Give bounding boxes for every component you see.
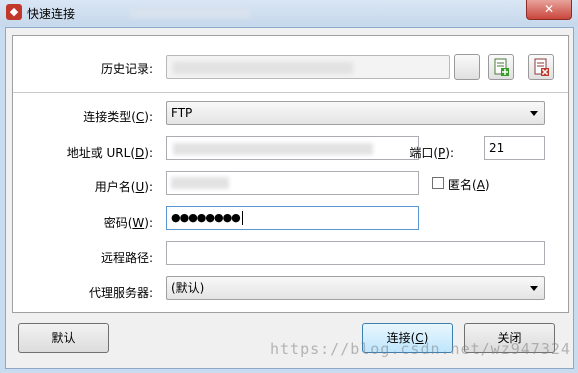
history-open-button[interactable] <box>454 54 480 80</box>
close-window-button[interactable]: ✕ <box>526 0 572 20</box>
port-input[interactable]: 21 <box>484 136 545 160</box>
conn-type-value: FTP <box>171 106 193 120</box>
conn-type-label: 连接类型(C): <box>83 110 153 124</box>
quick-connect-window: ◆ 快速连接 ✕ 历史记录: 连接类型(C): FTP 地址或 URL(D): … <box>0 0 578 373</box>
window-title: 快速连接 <box>27 7 76 21</box>
title-bar: ◆ 快速连接 ✕ <box>0 0 578 26</box>
history-delete-button[interactable] <box>528 54 554 80</box>
add-page-icon <box>494 58 509 76</box>
app-logo-icon: ◆ <box>6 4 22 20</box>
username-input[interactable] <box>166 171 419 195</box>
history-add-button[interactable] <box>488 54 514 80</box>
conn-type-select[interactable]: FTP <box>166 101 545 125</box>
username-label: 用户名(U): <box>94 180 153 194</box>
proxy-select[interactable]: (默认) <box>166 276 545 300</box>
proxy-label: 代理服务器: <box>88 286 153 300</box>
port-label: 端口(P): <box>409 146 454 160</box>
history-dropdown[interactable] <box>166 55 450 79</box>
watermark-text: https://blog.csdn.net/wz947324 <box>270 340 571 358</box>
remote-path-label: 远程路径: <box>100 251 153 265</box>
blurred-address-value <box>173 143 373 155</box>
settings-panel: 历史记录: 连接类型(C): FTP 地址或 URL(D): 端口(P): 21… <box>12 35 569 313</box>
remote-path-input[interactable] <box>166 241 545 265</box>
blurred-history-entry <box>173 62 353 74</box>
blurred-title-area <box>130 8 250 18</box>
text-cursor <box>241 211 243 225</box>
proxy-value: (默认) <box>171 281 205 295</box>
history-separator <box>13 92 568 93</box>
history-label: 历史记录: <box>100 62 153 76</box>
blurred-username-value <box>171 177 229 189</box>
address-label: 地址或 URL(D): <box>66 146 153 160</box>
password-value: ●●●●●●●● <box>171 211 241 224</box>
delete-page-icon <box>534 58 549 76</box>
chevron-down-icon <box>530 111 538 116</box>
anonymous-label: 匿名(A) <box>448 178 490 192</box>
dialog-body: 历史记录: 连接类型(C): FTP 地址或 URL(D): 端口(P): 21… <box>5 27 574 369</box>
chevron-down-icon <box>530 286 538 291</box>
default-button[interactable]: 默认 <box>18 323 109 353</box>
password-label: 密码(W): <box>103 216 153 230</box>
anonymous-checkbox[interactable] <box>432 177 444 189</box>
password-input[interactable]: ●●●●●●●● <box>166 206 419 230</box>
